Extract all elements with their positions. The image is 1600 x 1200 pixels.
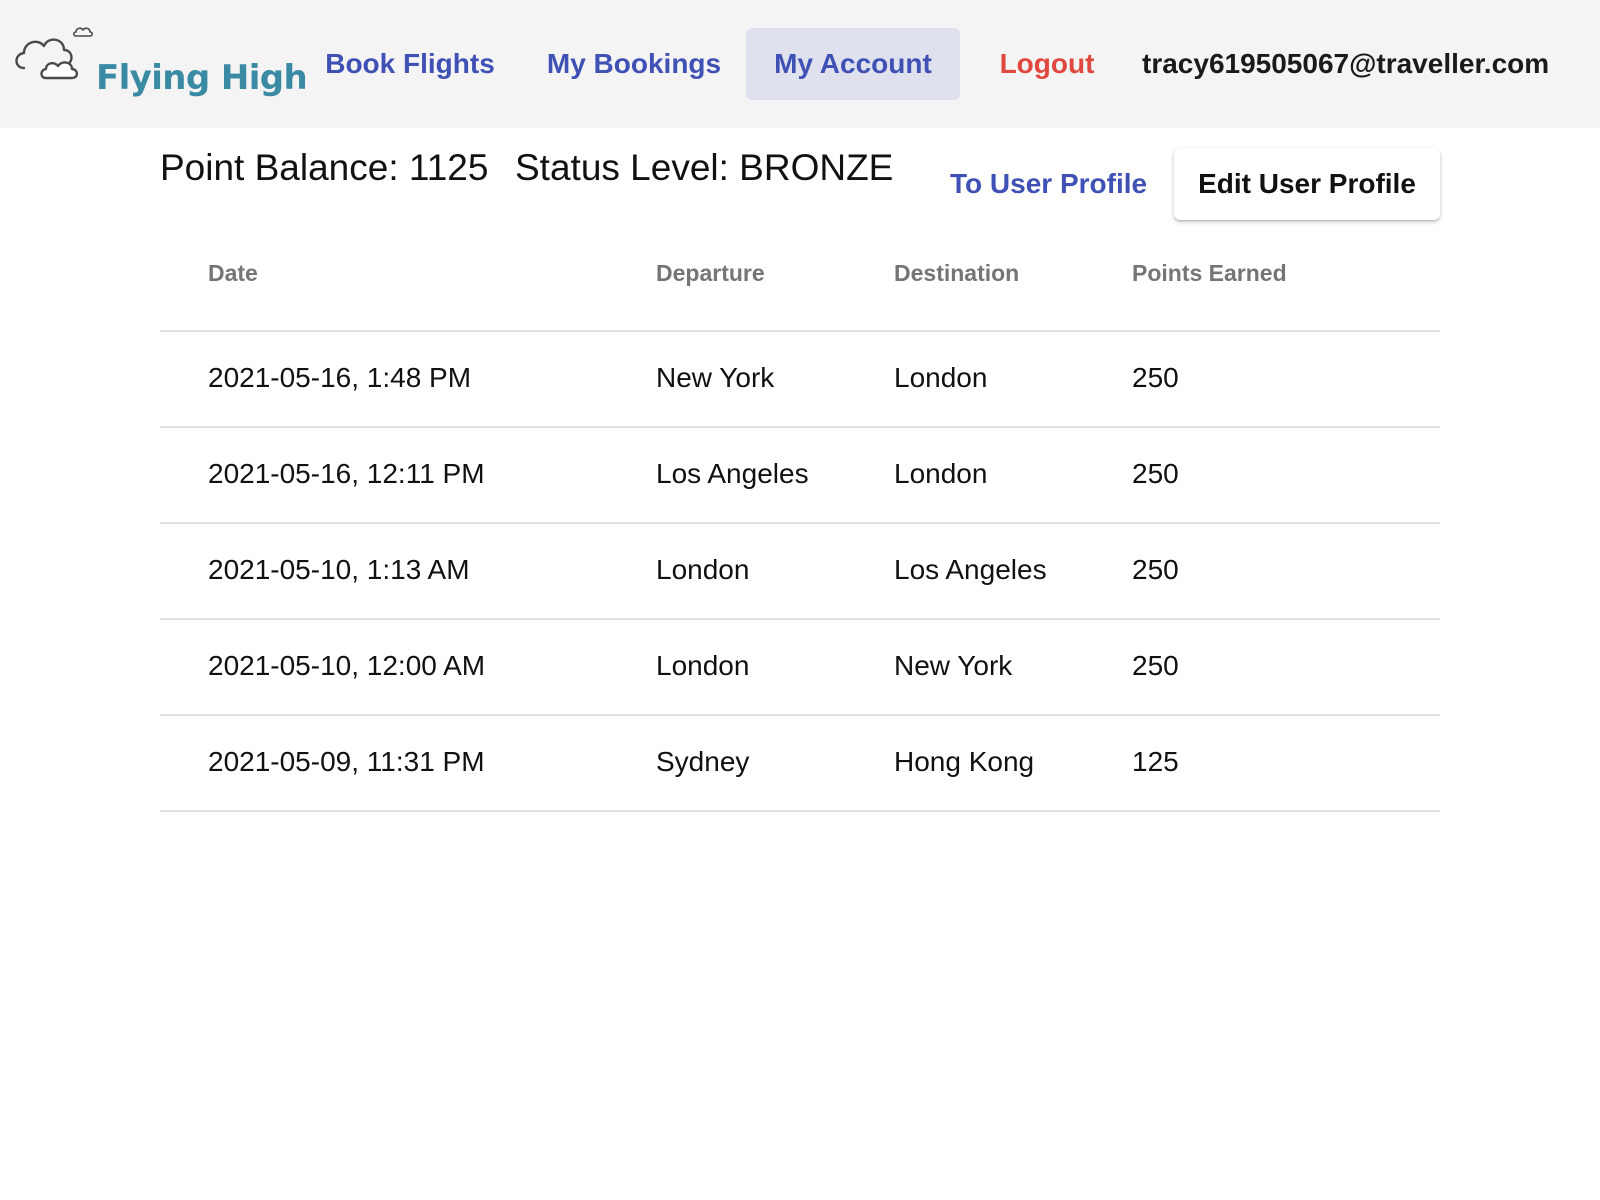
table-row: 2021-05-09, 11:31 PM Sydney Hong Kong 12… xyxy=(160,716,1440,812)
nav-logout[interactable]: Logout xyxy=(975,28,1119,100)
table-row: 2021-05-16, 12:11 PM Los Angeles London … xyxy=(160,428,1440,524)
cell-departure: London xyxy=(656,650,750,681)
column-header-date: Date xyxy=(208,260,258,286)
nav-book-flights[interactable]: Book Flights xyxy=(305,28,515,100)
cell-points-earned: 125 xyxy=(1132,746,1179,777)
cell-departure: Los Angeles xyxy=(656,458,809,489)
cell-date: 2021-05-16, 12:11 PM xyxy=(208,458,485,489)
top-navbar: Flying High Book Flights My Bookings My … xyxy=(0,0,1600,128)
to-user-profile-link[interactable]: To User Profile xyxy=(950,160,1147,208)
table-row: 2021-05-10, 1:13 AM London Los Angeles 2… xyxy=(160,524,1440,620)
cell-points-earned: 250 xyxy=(1132,458,1179,489)
cell-destination: Los Angeles xyxy=(894,554,1047,585)
column-header-departure: Departure xyxy=(656,260,765,286)
status-level: Status Level: BRONZE xyxy=(515,147,894,188)
cell-date: 2021-05-09, 11:31 PM xyxy=(208,746,485,777)
cell-points-earned: 250 xyxy=(1132,650,1179,681)
table-row: 2021-05-16, 1:48 PM New York London 250 xyxy=(160,332,1440,428)
cell-date: 2021-05-16, 1:48 PM xyxy=(208,362,472,393)
brand-name: Flying High xyxy=(96,58,308,98)
cell-points-earned: 250 xyxy=(1132,362,1179,393)
points-history-table: Date Departure Destination Points Earned… xyxy=(160,232,1440,812)
cell-destination: Hong Kong xyxy=(894,746,1035,777)
nav-my-account[interactable]: My Account xyxy=(746,28,960,100)
point-balance: Point Balance: 1125 xyxy=(160,147,489,188)
column-header-destination: Destination xyxy=(894,260,1020,286)
cell-departure: London xyxy=(656,554,750,585)
cell-departure: New York xyxy=(656,362,775,393)
cell-departure: Sydney xyxy=(656,746,750,777)
table-header-row: Date Departure Destination Points Earned xyxy=(160,232,1440,332)
user-email: tracy619505067@traveller.com xyxy=(1142,48,1550,79)
cell-date: 2021-05-10, 1:13 AM xyxy=(208,554,470,585)
cell-date: 2021-05-10, 12:00 AM xyxy=(208,650,486,681)
nav-my-bookings[interactable]: My Bookings xyxy=(532,28,736,100)
cell-destination: London xyxy=(894,458,988,489)
brand-logo[interactable]: Flying High xyxy=(12,22,308,98)
clouds-logo-icon xyxy=(15,27,94,80)
table-row: 2021-05-10, 12:00 AM London New York 250 xyxy=(160,620,1440,716)
cell-destination: New York xyxy=(894,650,1013,681)
column-header-points-earned: Points Earned xyxy=(1132,260,1287,286)
cell-points-earned: 250 xyxy=(1132,554,1179,585)
cell-destination: London xyxy=(894,362,988,393)
edit-user-profile-button[interactable]: Edit User Profile xyxy=(1174,148,1440,220)
